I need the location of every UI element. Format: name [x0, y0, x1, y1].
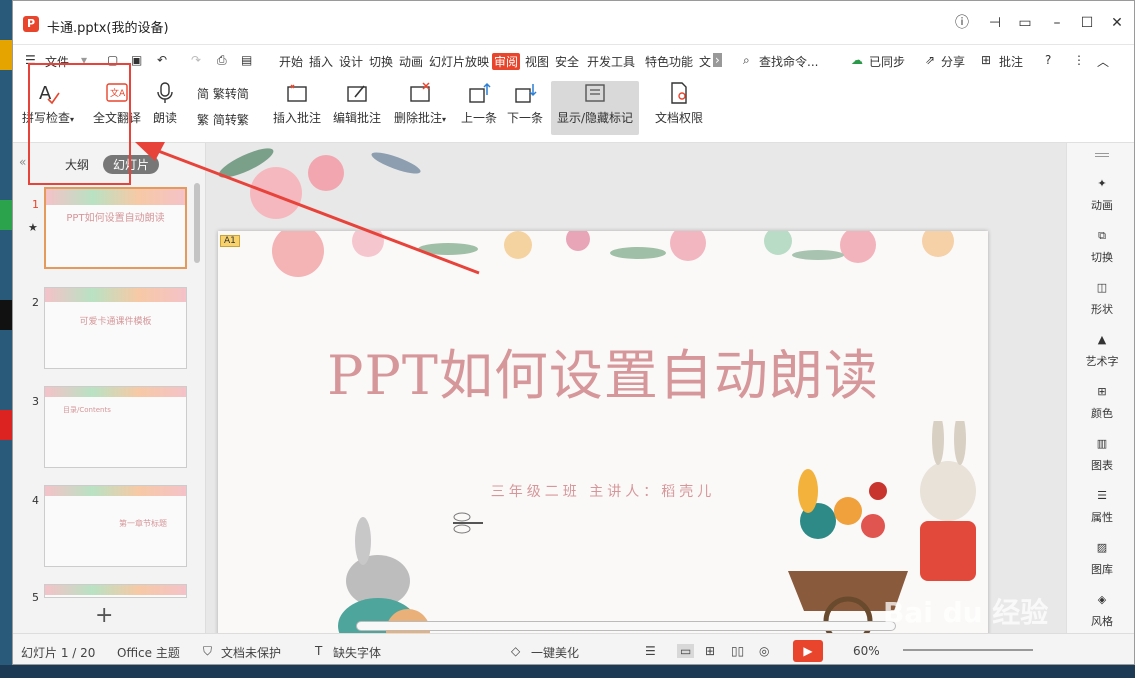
desktop-strip [0, 0, 12, 678]
desktop-icon[interactable] [0, 40, 12, 70]
desktop-icon[interactable] [0, 410, 12, 440]
taskbar [0, 665, 1135, 678]
annotation-arrow [135, 142, 480, 275]
watermark-logo: Bai du 经验 [883, 596, 1049, 629]
desktop-icon[interactable] [0, 300, 12, 330]
wps-window: P 卡通.pptx(我的设备) ⓘ ⊣ ▭ – ☐ ✕ ☰ 文件 ▾ ▢ ▣ ↶… [12, 0, 1135, 665]
desktop-icon[interactable] [0, 200, 12, 230]
